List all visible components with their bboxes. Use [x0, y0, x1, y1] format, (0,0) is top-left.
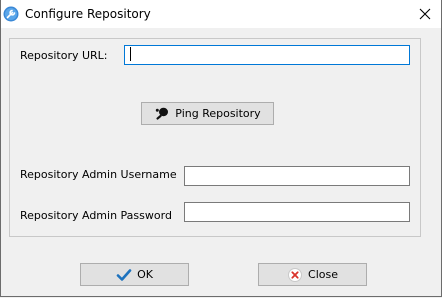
admin-password-input[interactable]: [184, 202, 410, 222]
cancel-circle-icon: [287, 267, 303, 283]
ping-pong-paddle-icon: [154, 106, 170, 122]
repository-url-label: Repository URL:: [20, 49, 108, 62]
admin-username-input[interactable]: [184, 166, 410, 186]
window-title: Configure Repository: [25, 7, 151, 21]
gear-wrench-icon: [3, 6, 19, 22]
ok-button-label: OK: [137, 268, 153, 281]
ping-repository-button[interactable]: Ping Repository: [141, 102, 274, 125]
text-caret: [130, 47, 131, 61]
close-button[interactable]: Close: [258, 263, 367, 286]
close-icon[interactable]: [416, 5, 434, 23]
checkmark-icon: [116, 267, 132, 283]
close-button-label: Close: [308, 268, 338, 281]
repository-url-input[interactable]: [124, 45, 410, 65]
ok-button[interactable]: OK: [80, 263, 189, 286]
ping-button-label: Ping Repository: [175, 107, 261, 120]
title-bar: Configure Repository: [0, 0, 442, 28]
admin-username-label: Repository Admin Username: [20, 168, 177, 181]
admin-password-label: Repository Admin Password: [20, 209, 172, 222]
